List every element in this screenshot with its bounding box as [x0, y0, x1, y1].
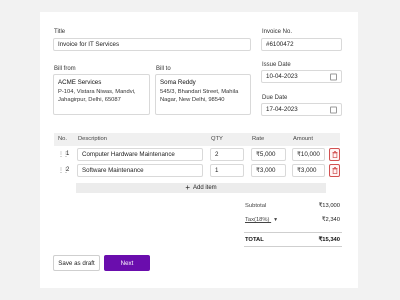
invoice-no-value: #6100472 — [266, 41, 294, 48]
invoice-form: Title Invoice for IT Services Invoice No… — [40, 12, 358, 288]
bill-to-textarea[interactable]: Soma Reddy 545/3, Bhandari Street, Mahil… — [155, 74, 251, 115]
rate-value: ₹3,000 — [256, 167, 276, 174]
amount-value: ₹10,000 — [297, 151, 320, 158]
delete-row-button[interactable] — [329, 164, 340, 177]
save-draft-button[interactable]: Save as draft — [53, 255, 100, 271]
next-label: Next — [120, 259, 134, 267]
summary-divider — [244, 246, 342, 247]
chevron-down-icon: ▼ — [273, 217, 279, 223]
amount-value: ₹3,000 — [297, 167, 317, 174]
bill-from-textarea[interactable]: ACME Services P-104, Vistara Niwas, Mand… — [53, 74, 150, 115]
qty-input[interactable]: 2 — [210, 148, 244, 161]
add-item-label: Add item — [192, 185, 217, 191]
items-table-header: No. Description QTY Rate Amount — [54, 133, 340, 146]
tax-dropdown[interactable]: Tax(18%) ▼ — [245, 217, 278, 223]
calendar-icon[interactable] — [330, 73, 337, 80]
title-label: Title — [54, 29, 66, 35]
subtotal-value: ₹13,000 — [318, 203, 340, 209]
title-input[interactable]: Invoice for IT Services — [53, 38, 251, 51]
tax-value: ₹2,340 — [321, 217, 340, 223]
header-amount: Amount — [293, 136, 313, 142]
rate-value: ₹5,000 — [256, 151, 276, 158]
header-description: Description — [78, 136, 107, 142]
description-input[interactable]: Software Maintenance — [77, 164, 203, 177]
table-row: ⋮⋮ 2 Software Maintenance 1 ₹3,000 ₹3,00… — [54, 163, 340, 179]
qty-input[interactable]: 1 — [210, 164, 244, 177]
calendar-icon[interactable] — [330, 106, 337, 113]
tax-label: Tax(18%) — [245, 217, 270, 223]
bill-to-address: 545/3, Bhandari Street, Mahila Nagar, Ne… — [160, 89, 239, 103]
amount-field: ₹3,000 — [292, 164, 325, 177]
table-row: ⋮⋮ 1 Computer Hardware Maintenance 2 ₹5,… — [54, 147, 340, 163]
rate-input[interactable]: ₹5,000 — [251, 148, 286, 161]
bill-from-address: P-104, Vistara Niwas, Mandvi, Jahagirpur… — [58, 89, 136, 103]
description-value: Software Maintenance — [82, 167, 144, 174]
qty-value: 1 — [215, 167, 219, 174]
amount-field: ₹10,000 — [292, 148, 325, 161]
due-date-input[interactable]: 17-04-2023 — [261, 103, 342, 116]
bill-to-name: Soma Reddy — [160, 79, 196, 86]
header-rate: Rate — [252, 136, 265, 142]
bill-from-label: Bill from — [54, 66, 76, 72]
save-draft-label: Save as draft — [58, 259, 95, 267]
total-label: TOTAL — [245, 237, 264, 243]
issue-date-label: Issue Date — [262, 62, 291, 68]
total-value: ₹15,340 — [318, 237, 340, 243]
next-button[interactable]: Next — [104, 255, 150, 271]
rate-input[interactable]: ₹3,000 — [251, 164, 286, 177]
bill-from-name: ACME Services — [58, 79, 102, 86]
delete-row-button[interactable] — [329, 148, 340, 161]
invoice-no-input[interactable]: #6100472 — [261, 38, 342, 51]
issue-date-input[interactable]: 10-04-2023 — [261, 70, 342, 83]
row-number: 2 — [66, 167, 70, 173]
description-value: Computer Hardware Maintenance — [82, 151, 175, 158]
issue-date-value: 10-04-2023 — [266, 73, 298, 80]
header-no: No. — [58, 136, 68, 142]
row-number: 1 — [66, 151, 70, 157]
due-date-label: Due Date — [262, 95, 288, 101]
trash-icon — [332, 167, 337, 174]
bill-to-label: Bill to — [156, 66, 171, 72]
description-input[interactable]: Computer Hardware Maintenance — [77, 148, 203, 161]
add-item-button[interactable]: + Add item — [76, 183, 326, 193]
due-date-value: 17-04-2023 — [266, 106, 298, 113]
plus-icon: + — [185, 183, 190, 192]
trash-icon — [332, 151, 337, 158]
summary-divider — [244, 232, 342, 233]
title-value: Invoice for IT Services — [58, 41, 120, 48]
subtotal-label: Subtotal — [245, 203, 267, 209]
header-qty: QTY — [211, 136, 223, 142]
qty-value: 2 — [215, 151, 219, 158]
invoice-no-label: Invoice No. — [262, 29, 293, 35]
